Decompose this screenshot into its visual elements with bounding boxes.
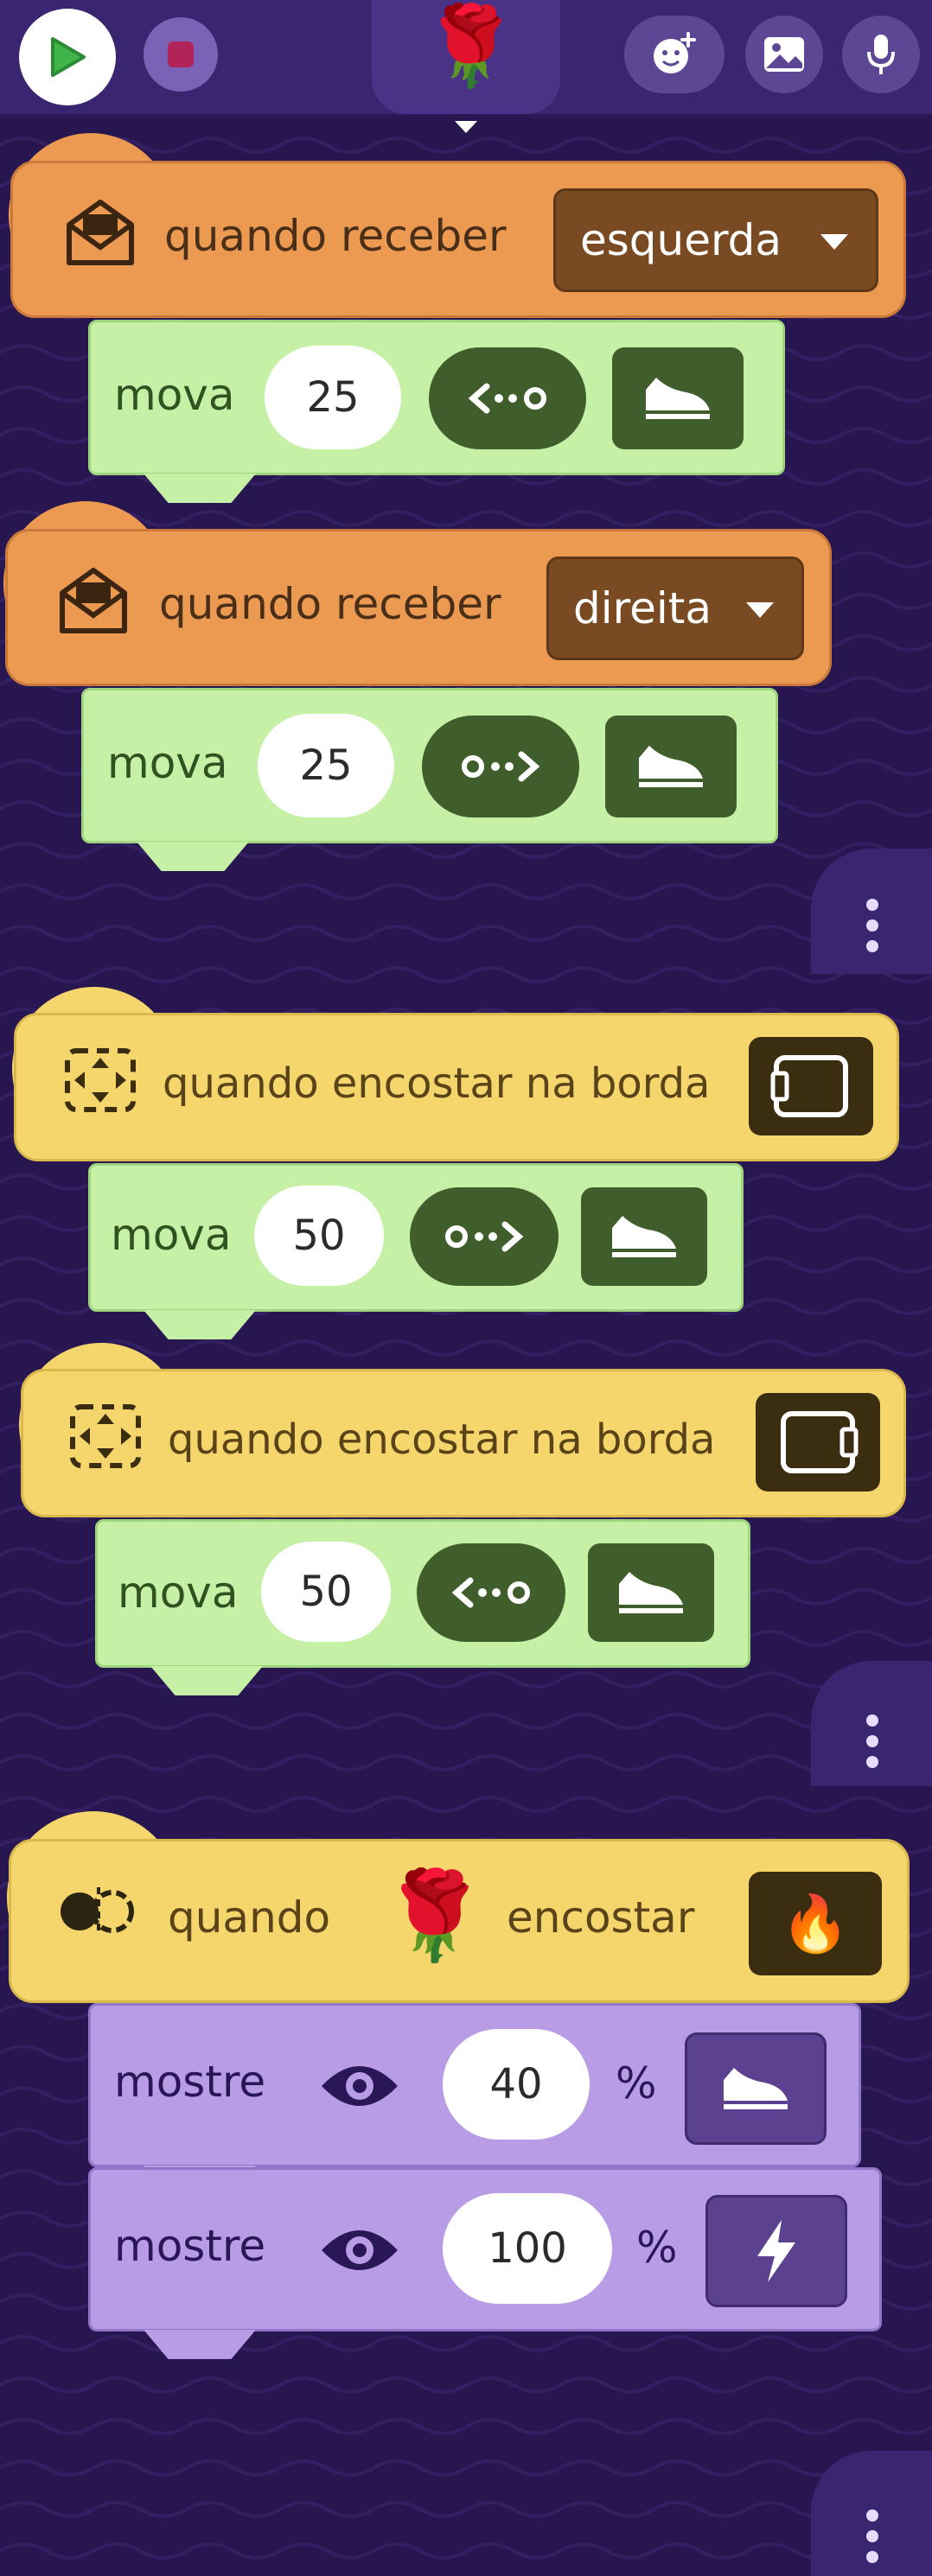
direction-button[interactable] bbox=[429, 347, 586, 449]
eye-icon bbox=[322, 2230, 398, 2270]
shoe-icon bbox=[646, 378, 710, 419]
chevron-down-icon bbox=[746, 602, 774, 618]
hat-label: quando encostar na borda bbox=[168, 1415, 716, 1464]
steps-input[interactable]: 25 bbox=[258, 714, 394, 817]
move-label: mova bbox=[107, 738, 228, 788]
move-label: mova bbox=[118, 1568, 239, 1618]
top-toolbar: 🌹 bbox=[0, 0, 932, 133]
action-button[interactable] bbox=[612, 347, 744, 449]
hat-label-before: quando bbox=[168, 1892, 331, 1943]
edge-selector-button[interactable] bbox=[756, 1393, 880, 1492]
dropdown-value: direita bbox=[573, 583, 712, 633]
left-edge-icon bbox=[770, 1055, 848, 1117]
percent-sign: % bbox=[616, 2058, 657, 2109]
shoe-icon bbox=[612, 1216, 676, 1257]
block-notch bbox=[144, 474, 256, 503]
microphone-icon bbox=[867, 35, 895, 74]
move-label: mova bbox=[111, 1210, 232, 1260]
target-selector-button[interactable]: 🔥 bbox=[749, 1872, 882, 1975]
shoe-icon bbox=[724, 2068, 788, 2109]
hat-label: quando encostar na borda bbox=[163, 1059, 711, 1108]
direction-button[interactable] bbox=[417, 1543, 565, 1642]
hat-label: quando receber bbox=[159, 579, 501, 629]
action-button[interactable] bbox=[581, 1187, 707, 1286]
collision-icon bbox=[61, 1887, 134, 1936]
action-button[interactable] bbox=[605, 716, 737, 817]
right-edge-icon bbox=[781, 1411, 859, 1473]
right-arrow-icon bbox=[462, 751, 540, 782]
add-sprite-button[interactable] bbox=[624, 16, 725, 93]
steps-input[interactable]: 50 bbox=[261, 1542, 391, 1642]
action-button[interactable] bbox=[588, 1543, 714, 1642]
action-button[interactable] bbox=[685, 2032, 827, 2145]
hat-label-after: encostar bbox=[507, 1892, 695, 1943]
more-options-button[interactable] bbox=[811, 1661, 932, 1786]
play-icon bbox=[51, 37, 86, 77]
edge-selector-button[interactable] bbox=[749, 1037, 873, 1135]
message-dropdown[interactable]: esquerda bbox=[553, 188, 878, 292]
envelope-icon bbox=[60, 568, 127, 633]
left-arrow-icon bbox=[451, 1577, 530, 1608]
steps-input[interactable]: 25 bbox=[265, 346, 401, 449]
shoe-icon bbox=[639, 746, 703, 787]
more-options-button[interactable] bbox=[811, 2451, 932, 2576]
chevron-down-icon bbox=[455, 121, 477, 133]
message-dropdown[interactable]: direita bbox=[546, 557, 804, 660]
image-icon bbox=[764, 37, 804, 72]
block-notch bbox=[144, 2330, 256, 2359]
action-button[interactable] bbox=[705, 2195, 847, 2307]
stop-icon bbox=[168, 41, 194, 67]
block-notch bbox=[137, 842, 249, 871]
direction-button[interactable] bbox=[422, 716, 579, 817]
more-options-button[interactable] bbox=[811, 849, 932, 974]
bounds-icon bbox=[70, 1404, 141, 1468]
bounds-icon bbox=[65, 1048, 136, 1112]
percent-sign: % bbox=[636, 2223, 678, 2273]
show-label: mostre bbox=[114, 2057, 266, 2107]
right-arrow-icon bbox=[445, 1221, 524, 1252]
lightning-icon bbox=[757, 2220, 795, 2282]
block-notch bbox=[144, 1310, 256, 1339]
direction-button[interactable] bbox=[410, 1187, 559, 1286]
left-arrow-icon bbox=[468, 383, 546, 414]
envelope-icon bbox=[67, 200, 134, 265]
dropdown-value: esquerda bbox=[580, 215, 782, 265]
shoe-icon bbox=[619, 1572, 683, 1613]
sprite-picker[interactable]: 🌹 bbox=[380, 1860, 488, 1972]
block-notch bbox=[150, 1666, 263, 1695]
record-sound-button[interactable] bbox=[842, 16, 920, 93]
percent-input[interactable]: 100 bbox=[443, 2193, 612, 2304]
percent-input[interactable]: 40 bbox=[443, 2029, 590, 2140]
add-sprite-icon bbox=[654, 32, 696, 73]
chevron-down-icon bbox=[820, 234, 848, 250]
green-flag-button[interactable] bbox=[19, 9, 116, 105]
stop-button[interactable] bbox=[144, 17, 218, 92]
sprite-thumbnail: 🌹 bbox=[422, 1, 520, 92]
sprite-selector-tab[interactable]: 🌹 bbox=[372, 0, 560, 133]
hat-label: quando receber bbox=[164, 211, 507, 261]
show-label: mostre bbox=[114, 2221, 266, 2271]
steps-input[interactable]: 50 bbox=[254, 1186, 384, 1286]
eye-icon bbox=[322, 2066, 398, 2106]
background-button[interactable] bbox=[745, 16, 823, 93]
fire-icon: 🔥 bbox=[781, 1892, 850, 1956]
move-label: mova bbox=[114, 370, 235, 420]
